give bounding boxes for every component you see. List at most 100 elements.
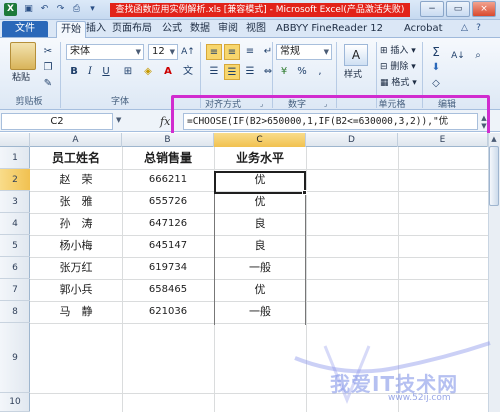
row-header[interactable]: 7 (0, 279, 30, 301)
underline-icon[interactable]: U (98, 64, 114, 80)
row-header[interactable]: 10 (0, 393, 30, 412)
scrollbar-thumb[interactable] (489, 146, 499, 206)
select-all-corner[interactable] (0, 133, 30, 147)
tab-abbyy[interactable]: ABBYY FineReader 12 (276, 21, 383, 38)
tab-formulas[interactable]: 公式 (162, 21, 182, 38)
paste-button[interactable]: 粘贴 (12, 71, 30, 85)
cell-level[interactable]: 优 (214, 191, 306, 213)
cell-header-name[interactable]: 员工姓名 (30, 147, 122, 169)
styles-button[interactable]: 样式 (344, 68, 362, 82)
tab-review[interactable]: 审阅 (218, 21, 238, 38)
cell-employee-name[interactable]: 杨小梅 (30, 235, 122, 257)
autosum-icon[interactable]: Σ (428, 44, 444, 60)
merge-cells-icon[interactable]: ⇔ (260, 64, 276, 80)
font-color-icon[interactable]: A (160, 64, 176, 80)
insert-cells-button[interactable]: ⊞ 插入 ▾ (380, 44, 416, 58)
cell-sales[interactable]: 619734 (122, 257, 214, 279)
redo-icon[interactable]: ↷ (54, 3, 67, 16)
cell-sales[interactable]: 655726 (122, 191, 214, 213)
find-select-icon[interactable]: ⌕ (470, 48, 486, 64)
close-button[interactable]: × (472, 1, 496, 17)
cell-sales[interactable]: 647126 (122, 213, 214, 235)
tab-data[interactable]: 数据 (190, 21, 210, 38)
row-header[interactable]: 3 (0, 191, 30, 213)
minimize-button[interactable]: − (420, 1, 444, 17)
column-header-b[interactable]: B (122, 133, 214, 147)
number-format-select[interactable]: 常规 ▼ (276, 44, 332, 60)
column-header-d[interactable]: D (306, 133, 398, 147)
cell-sales[interactable]: 658465 (122, 279, 214, 301)
row-header[interactable]: 6 (0, 257, 30, 279)
cell-employee-name[interactable]: 赵 荣 (30, 169, 122, 191)
tab-file[interactable]: 文件 (2, 21, 48, 37)
column-header-a[interactable]: A (30, 133, 122, 147)
percent-icon[interactable]: % (294, 64, 310, 80)
cell-employee-name[interactable]: 郭小兵 (30, 279, 122, 301)
cell-employee-name[interactable]: 张 雅 (30, 191, 122, 213)
maximize-button[interactable]: ▭ (446, 1, 470, 17)
cell-level[interactable]: 一般 (214, 301, 306, 323)
align-right-icon[interactable]: ☰ (242, 64, 258, 80)
fill-handle[interactable] (302, 190, 307, 195)
cell-level[interactable]: 良 (214, 235, 306, 257)
font-name-select[interactable]: 宋体 ▼ (66, 44, 144, 60)
fill-color-icon[interactable]: ◈ (140, 64, 156, 80)
wrap-text-icon[interactable]: ↵ (260, 44, 276, 60)
row-header[interactable]: 5 (0, 235, 30, 257)
ribbon-collapse-icon[interactable]: △ (458, 22, 471, 35)
row-header[interactable]: 2 (0, 169, 30, 191)
fill-icon[interactable]: ⬇ (428, 60, 444, 76)
tab-page-layout[interactable]: 页面布局 (112, 21, 152, 38)
undo-icon[interactable]: ↶ (38, 3, 51, 16)
tab-view[interactable]: 视图 (246, 21, 266, 38)
row-header[interactable]: 9 (0, 323, 30, 393)
comma-style-icon[interactable]: , (312, 64, 328, 80)
row-header[interactable]: 8 (0, 301, 30, 323)
clear-icon[interactable]: ◇ (428, 76, 444, 92)
cell-level[interactable]: 优 (214, 279, 306, 301)
phonetic-icon[interactable]: 文 (180, 64, 196, 80)
active-cell-c2[interactable] (214, 171, 306, 194)
row-header[interactable]: 4 (0, 213, 30, 235)
cell-header-sales[interactable]: 总销售量 (122, 147, 214, 169)
cell-level[interactable]: 一般 (214, 257, 306, 279)
name-box[interactable]: C2 (1, 113, 113, 130)
cell-sales[interactable]: 645147 (122, 235, 214, 257)
tab-acrobat[interactable]: Acrobat (404, 21, 443, 38)
sort-filter-icon[interactable]: A↓ (450, 48, 466, 64)
border-icon[interactable]: ⊞ (120, 64, 136, 80)
currency-icon[interactable]: ¥ (276, 64, 292, 80)
cell-employee-name[interactable]: 孙 涛 (30, 213, 122, 235)
delete-cells-button[interactable]: ⊟ 删除 ▾ (380, 60, 416, 74)
format-painter-icon[interactable]: ✎ (40, 76, 56, 92)
cell-sales[interactable]: 621036 (122, 301, 214, 323)
grow-font-icon[interactable]: A↑ (180, 44, 196, 60)
align-center-icon[interactable]: ☰ (224, 64, 240, 80)
column-header-e[interactable]: E (398, 133, 488, 147)
chevron-down-icon[interactable]: ▼ (116, 116, 121, 124)
save-icon[interactable]: ▣ (22, 3, 35, 16)
cell-employee-name[interactable]: 张万红 (30, 257, 122, 279)
column-header-c[interactable]: C (214, 133, 306, 147)
tab-home[interactable]: 开始 (56, 21, 86, 38)
tab-insert[interactable]: 插入 (86, 21, 106, 38)
cell-header-level[interactable]: 业务水平 (214, 147, 306, 169)
format-cells-button[interactable]: ▦ 格式 ▾ (380, 76, 417, 90)
quick-access-menu-icon[interactable]: ▾ (86, 3, 99, 16)
copy-icon[interactable]: ❐ (40, 60, 56, 76)
help-icon[interactable]: ? (472, 22, 485, 35)
print-icon[interactable]: ⎙ (70, 3, 83, 16)
cell-employee-name[interactable]: 马 静 (30, 301, 122, 323)
paste-icon[interactable] (10, 42, 36, 70)
row-header[interactable]: 1 (0, 147, 30, 169)
align-top-icon[interactable]: ≡ (206, 44, 222, 60)
scroll-up-icon[interactable]: ▲ (489, 134, 499, 144)
cut-icon[interactable]: ✂ (40, 44, 56, 60)
cell-level[interactable]: 良 (214, 213, 306, 235)
align-middle-icon[interactable]: ≡ (224, 44, 240, 60)
font-size-select[interactable]: 12 ▼ (148, 44, 178, 60)
bold-icon[interactable]: B (66, 64, 82, 80)
align-bottom-icon[interactable]: ≡ (242, 44, 258, 60)
cell-sales[interactable]: 666211 (122, 169, 214, 191)
align-left-icon[interactable]: ☰ (206, 64, 222, 80)
